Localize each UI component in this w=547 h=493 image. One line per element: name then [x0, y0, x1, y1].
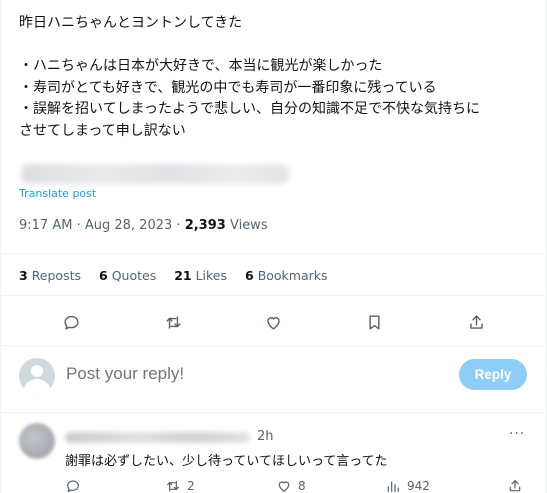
post-line: ・寿司がとても好きで、観光の中でも寿司が一番印象に残っている	[19, 79, 437, 96]
bookmarks-stat[interactable]: 6 Bookmarks	[245, 268, 328, 283]
translate-post-link[interactable]: Translate post	[19, 187, 96, 200]
reply-reply-button[interactable]	[65, 478, 81, 493]
reply-input[interactable]	[66, 364, 426, 384]
post-detail: 昨日ハニちゃんとヨントンしてきた ・ハニちゃんは日本が大好きで、本当に観光が楽し…	[0, 0, 547, 493]
engagement-stats: 3 Reposts 6 Quotes 21 Likes 6 Bookmarks	[19, 268, 342, 283]
repost-button[interactable]	[160, 309, 186, 335]
reply-repost-button[interactable]: 2	[165, 478, 195, 493]
reposts-stat[interactable]: 3 Reposts	[19, 268, 81, 283]
like-icon	[266, 316, 280, 330]
repost-icon	[165, 315, 181, 329]
post-line: ・ハニちゃんは日本が大好きで、本当に観光が楽しかった	[19, 58, 383, 74]
share-icon	[469, 314, 483, 329]
avatar-body	[24, 379, 50, 394]
likes-count: 21	[174, 268, 192, 283]
divider	[1, 345, 547, 346]
divider	[1, 295, 547, 296]
reply-time[interactable]: 2h	[257, 429, 274, 444]
reply-submit-button[interactable]: Reply	[459, 359, 527, 390]
reply-views-button[interactable]: 942	[385, 478, 430, 493]
post-line: ・誤解を招いてしまったようで悲しい、自分の知識不足で不快な気持ちに	[19, 101, 481, 117]
meta-separator: ·	[176, 218, 181, 233]
divider	[1, 253, 547, 254]
reply-icon	[63, 315, 79, 330]
post-body: 昨日ハニちゃんとヨントンしてきた ・ハニちゃんは日本が大好きで、本当に観光が楽し…	[19, 13, 534, 142]
reposts-label: Reposts	[31, 268, 82, 283]
repost-icon	[167, 480, 179, 492]
post-date[interactable]: Aug 28, 2023	[85, 218, 172, 233]
bookmarks-label: Bookmarks	[257, 268, 328, 283]
post-line: させてしまって申し訳ない	[19, 122, 186, 139]
bookmark-button[interactable]	[361, 309, 387, 335]
reply-button[interactable]	[58, 309, 84, 335]
views-icon	[387, 481, 399, 492]
likes-stat[interactable]: 21 Likes	[174, 268, 227, 283]
reply-text: 謝罪は必ずしたい、少し待っていてほしいって言ってた	[65, 454, 388, 469]
reply-reposts-count: 2	[187, 479, 195, 493]
post-line-blank	[19, 35, 534, 57]
quotes-count: 6	[99, 268, 108, 283]
post-metadata: 9:17 AM · Aug 28, 2023 · 2,393 Views	[19, 218, 268, 233]
like-icon	[278, 481, 290, 492]
quotes-stat[interactable]: 6 Quotes	[99, 268, 156, 283]
bookmarks-count: 6	[245, 268, 254, 283]
views-label: Views	[229, 218, 268, 233]
post-time[interactable]: 9:17 AM	[19, 218, 72, 233]
reply-share-button[interactable]	[507, 478, 523, 493]
avatar-head	[31, 365, 43, 377]
divider	[1, 412, 547, 413]
likes-label: Likes	[195, 268, 228, 283]
post-line: 昨日ハニちゃんとヨントンしてきた	[19, 15, 243, 31]
views-count: 2,393	[184, 218, 226, 233]
reply-views-count: 942	[407, 479, 430, 493]
redacted-text	[21, 164, 289, 184]
more-options-button[interactable]: ···	[509, 426, 525, 442]
meta-separator: ·	[76, 218, 81, 233]
share-button[interactable]	[463, 309, 489, 335]
share-icon	[509, 480, 521, 492]
reply-like-button[interactable]: 8	[276, 478, 306, 493]
reply-author-avatar[interactable]	[19, 423, 55, 459]
reply-icon	[67, 480, 79, 492]
reply-author-name-redacted[interactable]	[65, 432, 250, 443]
post-action-bar	[1, 309, 547, 335]
reposts-count: 3	[19, 268, 28, 283]
reply-likes-count: 8	[298, 479, 306, 493]
bookmark-icon	[368, 314, 380, 330]
current-user-avatar[interactable]	[19, 358, 55, 394]
quotes-label: Quotes	[111, 268, 157, 283]
like-button[interactable]	[260, 309, 286, 335]
reply-action-bar: 2 8 942	[1, 478, 547, 493]
